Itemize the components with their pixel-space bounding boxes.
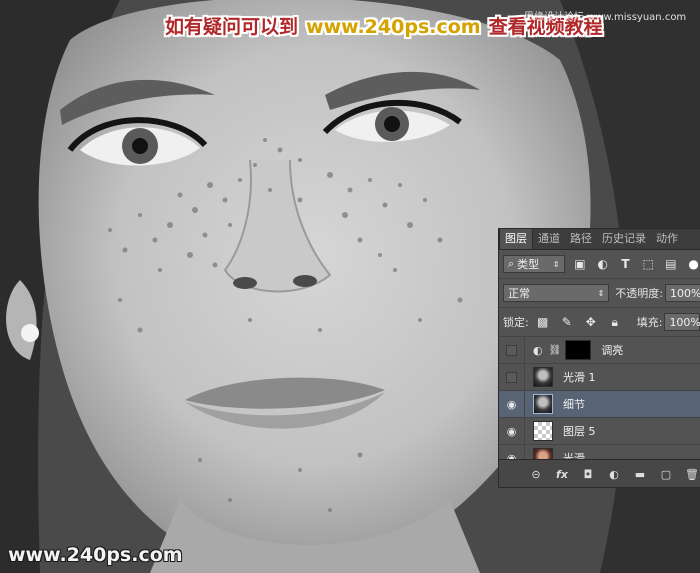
- fill-input[interactable]: 100%: [664, 313, 700, 331]
- tab-layers[interactable]: 图层: [499, 229, 533, 249]
- adjustment-layer-icon: ◐: [533, 343, 543, 357]
- lock-all-icon[interactable]: 🔒︎: [607, 314, 623, 330]
- mask-icon[interactable]: ◘: [581, 468, 595, 481]
- lock-position-icon[interactable]: ✥: [583, 314, 599, 330]
- tab-channels[interactable]: 通道: [533, 230, 565, 249]
- fx-icon[interactable]: fx: [555, 468, 569, 481]
- adjustment-filter-icon[interactable]: ◐: [595, 256, 610, 272]
- layer-row-detail[interactable]: ◉ 细节: [499, 391, 700, 418]
- layer-name: 细节: [563, 398, 585, 411]
- panel-tabbar: 图层 通道 路径 历史记录 动作: [499, 229, 700, 250]
- watermark-bottom-left: www.240ps.com: [8, 544, 183, 566]
- layer-mask-thumbnail[interactable]: [565, 340, 592, 360]
- eye-icon: ◉: [506, 424, 517, 438]
- visibility-toggle[interactable]: ◉: [499, 418, 525, 444]
- trash-icon[interactable]: 🗑︎: [685, 468, 699, 481]
- adjustment-icon[interactable]: ◐: [607, 468, 621, 481]
- blend-row: 正常 ⇕ 不透明度: 100%: [499, 279, 700, 308]
- mask-link-icon[interactable]: ⛓︎: [549, 345, 562, 356]
- opacity-value: 100%: [670, 286, 700, 300]
- tab-history[interactable]: 历史记录: [597, 230, 651, 249]
- tab-paths[interactable]: 路径: [565, 230, 597, 249]
- folder-icon[interactable]: ▬: [633, 468, 647, 481]
- layer-row-brighten[interactable]: ◐ ⛓︎ 调亮: [499, 337, 700, 364]
- tab-actions[interactable]: 动作: [651, 230, 683, 249]
- link-icon[interactable]: ⊝: [529, 468, 543, 481]
- search-icon: ⌕: [508, 257, 515, 270]
- new-layer-icon[interactable]: ▢: [659, 468, 673, 481]
- layers-panel: 图层 通道 路径 历史记录 动作 ⌕ 类型 ⇕ ▣ ◐ T ⬚ ▤ ● 正常 ⇕…: [498, 228, 700, 488]
- layer-filter-row: ⌕ 类型 ⇕ ▣ ◐ T ⬚ ▤ ●: [499, 250, 700, 279]
- layer-row-smooth-1[interactable]: 光滑 1: [499, 364, 700, 391]
- type-filter-icon[interactable]: T: [618, 256, 633, 272]
- blend-mode-dropdown[interactable]: 正常 ⇕: [503, 284, 610, 302]
- lock-image-icon[interactable]: ✎: [559, 314, 575, 330]
- blend-mode-label: 正常: [508, 287, 530, 300]
- panel-bottom-toolbar: ⊝ fx ◘ ◐ ▬ ▢ 🗑︎: [499, 459, 700, 487]
- layer-thumbnail: [533, 394, 553, 414]
- fill-label: 填充:: [636, 316, 663, 329]
- eye-icon: ◉: [506, 397, 517, 411]
- layer-name: 调亮: [601, 344, 624, 357]
- lock-label: 锁定:: [503, 316, 529, 329]
- visibility-toggle[interactable]: [499, 337, 525, 363]
- layer-name: 光滑 1: [563, 371, 596, 384]
- opacity-input[interactable]: 100%: [665, 284, 700, 302]
- lock-row: 锁定: ▩ ✎ ✥ 🔒︎ 填充: 100%: [499, 308, 700, 337]
- layer-thumbnail: [533, 367, 553, 387]
- image-filter-icon[interactable]: ▣: [573, 256, 588, 272]
- hidden-box-icon: [506, 371, 517, 383]
- caption-text-left: 如有疑问可以到: [165, 16, 299, 38]
- hidden-box-icon: [506, 344, 517, 356]
- stepper-arrows-icon: ⇕: [597, 288, 605, 298]
- fill-value: 100%: [669, 315, 700, 329]
- layer-name: 图层 5: [563, 425, 596, 438]
- lock-transparent-icon[interactable]: ▩: [535, 314, 551, 330]
- filter-kind-label: 类型: [517, 258, 540, 271]
- layer-thumbnail: [533, 421, 553, 441]
- visibility-toggle[interactable]: ◉: [499, 391, 525, 417]
- smart-object-filter-icon[interactable]: ▤: [664, 256, 679, 272]
- visibility-toggle[interactable]: [499, 364, 525, 390]
- opacity-label: 不透明度:: [615, 287, 663, 300]
- watermark-top-right: 思缘设计论坛 www.missyuan.com: [524, 12, 687, 23]
- filter-kind-dropdown[interactable]: ⌕ 类型 ⇕: [503, 255, 565, 273]
- caption-site-url[interactable]: www.240ps.com: [306, 16, 481, 38]
- layer-row-layer-5[interactable]: ◉ 图层 5: [499, 418, 700, 445]
- filter-toggle-icon[interactable]: ●: [686, 256, 700, 272]
- stepper-arrows-icon: ⇕: [552, 259, 560, 269]
- shape-filter-icon[interactable]: ⬚: [641, 256, 656, 272]
